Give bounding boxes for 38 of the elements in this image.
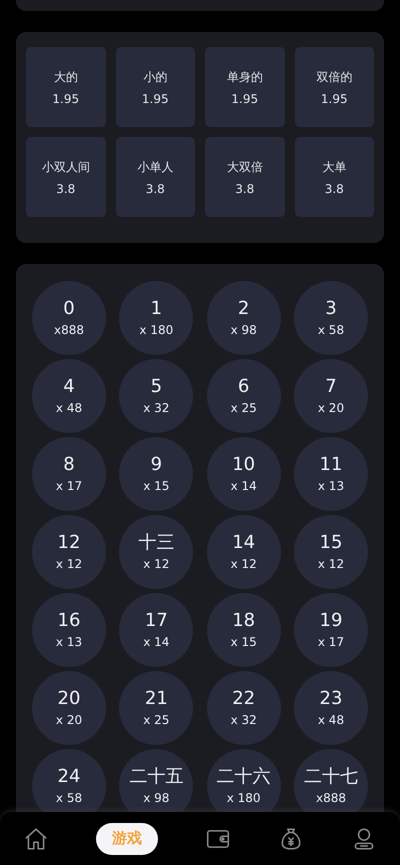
home-icon	[23, 826, 50, 852]
number-button[interactable]: 12 x 12	[32, 515, 106, 589]
number-button[interactable]: 6 x 25	[206, 359, 281, 433]
number-button[interactable]: 二十七 x888	[294, 749, 368, 812]
number-button[interactable]: 10 x 14	[206, 437, 281, 511]
number-button[interactable]: 21 x 25	[119, 671, 194, 745]
number-button[interactable]: 2 x 98	[206, 281, 281, 355]
number-button[interactable]: 5 x 32	[119, 359, 194, 433]
number-button[interactable]: 二十六 x 180	[206, 749, 281, 812]
number-button[interactable]: 19 x 17	[294, 593, 368, 667]
number-button[interactable]: 14 x 12	[206, 515, 281, 589]
number-button[interactable]: 8 x 17	[32, 437, 106, 511]
number-button[interactable]: 20 x 20	[32, 671, 106, 745]
number-button[interactable]: 15 x 12	[294, 515, 368, 589]
number-button[interactable]: 24 x 58	[32, 749, 106, 812]
number-button[interactable]: 17 x 14	[119, 593, 194, 667]
bet-option-button[interactable]: 小单人 3.8	[116, 137, 195, 217]
number-button[interactable]: 18 x 15	[206, 593, 281, 667]
number-button[interactable]: 十三 x 12	[119, 515, 194, 589]
nav-button[interactable]	[23, 826, 50, 852]
number-button[interactable]: 23 x 48	[294, 671, 368, 745]
number-button[interactable]: 0 x888	[32, 281, 106, 355]
number-button[interactable]: 7 x 20	[294, 359, 368, 433]
number-button[interactable]: 3 x 58	[294, 281, 368, 355]
number-button[interactable]: 4 x 48	[32, 359, 106, 433]
bet-option-button[interactable]: 小双人间 3.8	[26, 137, 106, 217]
bet-option-button[interactable]: 小的 1.95	[116, 47, 195, 127]
bet-option-button[interactable]: 单身的 1.95	[205, 47, 284, 127]
number-button[interactable]: 22 x 32	[206, 671, 281, 745]
number-button[interactable]: 11 x 13	[294, 437, 368, 511]
bet-option-button[interactable]: 双倍的 1.95	[294, 47, 374, 127]
number-button[interactable]: 1 x 180	[119, 281, 194, 355]
bet-option-button[interactable]: 大单 3.8	[294, 137, 374, 217]
bet-option-button[interactable]: 大双倍 3.8	[205, 137, 284, 217]
number-button[interactable]: 9 x 15	[119, 437, 194, 511]
bet-option-button[interactable]: 大的 1.95	[26, 47, 106, 127]
number-button[interactable]: 16 x 13	[32, 593, 106, 667]
number-button[interactable]: 二十五 x 98	[119, 749, 194, 812]
